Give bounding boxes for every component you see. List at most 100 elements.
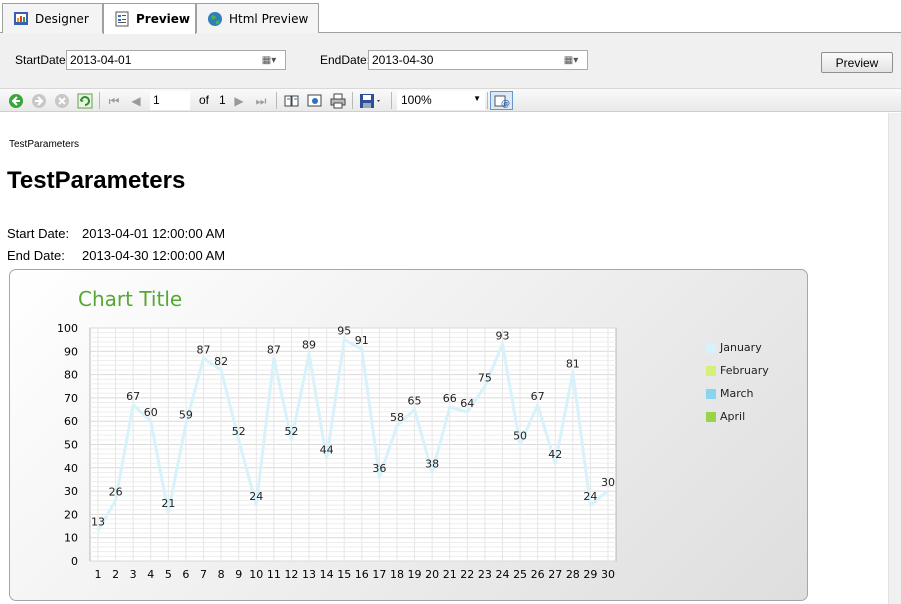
toolbar-separator [487, 92, 488, 109]
tab-bar: Designer Preview Html Preview [0, 0, 901, 34]
legend-swatch [706, 411, 716, 422]
print-layout-icon[interactable] [283, 92, 301, 110]
x-tick-label: 13 [302, 568, 316, 581]
data-label: 38 [425, 457, 439, 470]
y-tick-label: 100 [57, 322, 78, 335]
next-page-icon[interactable]: ▶ [230, 92, 248, 110]
legend-item: April [706, 405, 769, 428]
start-date-label: StartDate: [15, 53, 70, 67]
x-tick-label: 5 [165, 568, 172, 581]
export-save-icon[interactable] [358, 92, 384, 110]
preview-button[interactable]: Preview [821, 52, 893, 73]
data-label: 93 [495, 329, 509, 342]
start-date-row: Start Date: 2013-04-01 12:00:00 AM [7, 226, 225, 241]
legend-label: February [720, 364, 769, 377]
data-label: 58 [390, 411, 404, 424]
vertical-scrollbar[interactable] [888, 113, 901, 604]
calendar-dropdown-icon[interactable]: ▦▾ [258, 52, 280, 68]
legend-swatch [706, 388, 716, 399]
toolbar-separator [276, 92, 277, 109]
legend-label: April [720, 410, 746, 423]
data-label: 89 [302, 339, 316, 352]
data-label: 42 [548, 448, 562, 461]
tab-designer-label: Designer [35, 11, 89, 26]
globe-icon [207, 11, 223, 27]
zoom-select[interactable]: 100% ▼ [397, 91, 485, 110]
x-tick-label: 3 [130, 568, 137, 581]
data-label: 26 [109, 485, 123, 498]
data-label: 30 [601, 476, 615, 489]
back-icon[interactable] [7, 92, 25, 110]
legend-swatch [706, 365, 716, 376]
tab-html-preview-label: Html Preview [229, 11, 309, 26]
x-tick-label: 6 [182, 568, 189, 581]
data-label: 24 [249, 490, 263, 503]
chart-legend: January February March April [706, 336, 769, 428]
send-email-icon[interactable]: @ [490, 91, 513, 110]
data-label: 95 [337, 325, 351, 338]
x-tick-label: 19 [408, 568, 422, 581]
data-label: 81 [566, 357, 580, 370]
report-header-text: TestParameters [9, 139, 80, 150]
x-tick-label: 27 [548, 568, 562, 581]
end-date-row-value: 2013-04-30 12:00:00 AM [82, 248, 226, 263]
tab-designer[interactable]: Designer [2, 3, 103, 33]
toolbar-separator [352, 92, 353, 109]
parameter-bar: StartDate: 2013-04-01 ▦▾ EndDate: 2013-0… [0, 33, 901, 89]
data-label: 50 [513, 430, 527, 443]
data-label: 67 [126, 390, 140, 403]
end-date-value: 2013-04-30 [372, 53, 434, 67]
x-tick-label: 15 [337, 568, 351, 581]
y-tick-label: 70 [64, 392, 78, 405]
y-tick-label: 80 [64, 369, 78, 382]
y-tick-label: 90 [64, 345, 78, 358]
chevron-down-icon: ▼ [473, 94, 481, 103]
x-tick-label: 29 [583, 568, 597, 581]
chart-container: Chart Title 0 10 20 30 40 50 60 70 80 90 100 1 2 3 4 5 6… [9, 269, 808, 601]
data-label: 52 [232, 425, 246, 438]
page-number-input[interactable]: 1 [150, 91, 190, 110]
data-label: 64 [460, 397, 474, 410]
start-date-row-label: Start Date: [7, 226, 70, 241]
svg-text:@: @ [501, 99, 510, 108]
page-of-label: of [199, 93, 210, 107]
data-label: 13 [91, 516, 105, 529]
tab-html-preview[interactable]: Html Preview [196, 3, 319, 33]
refresh-icon[interactable] [76, 92, 94, 110]
first-page-icon[interactable]: ⏮ [105, 92, 123, 110]
x-tick-label: 18 [390, 568, 404, 581]
data-label: 82 [214, 355, 228, 368]
page-setup-icon[interactable] [306, 92, 324, 110]
x-tick-label: 24 [495, 568, 509, 581]
tab-preview[interactable]: Preview [103, 3, 196, 34]
x-tick-label: 17 [372, 568, 386, 581]
data-label: 87 [267, 343, 281, 356]
x-tick-label: 1 [95, 568, 102, 581]
start-date-input[interactable]: 2013-04-01 [66, 50, 286, 70]
end-date-row-label: End Date: [7, 248, 65, 263]
forward-icon[interactable] [30, 92, 48, 110]
x-tick-label: 26 [531, 568, 545, 581]
print-icon[interactable] [329, 92, 347, 110]
end-date-input[interactable]: 2013-04-30 [368, 50, 588, 70]
y-tick-label: 50 [64, 439, 78, 452]
y-tick-label: 40 [64, 462, 78, 475]
legend-item: February [706, 359, 769, 382]
y-tick-label: 0 [71, 555, 78, 568]
data-label: 65 [408, 395, 422, 408]
start-date-value: 2013-04-01 [70, 53, 132, 67]
report-viewer: TestParameters TestParameters Start Date… [0, 113, 888, 604]
toolbar-separator [391, 92, 392, 109]
y-tick-label: 60 [64, 415, 78, 428]
legend-item: January [706, 336, 769, 359]
data-label: 67 [531, 390, 545, 403]
previous-page-icon[interactable]: ◀ [127, 92, 145, 110]
start-date-row-value: 2013-04-01 12:00:00 AM [82, 226, 226, 241]
stop-icon[interactable] [53, 92, 71, 110]
data-label: 66 [443, 392, 457, 405]
zoom-value: 100% [401, 93, 432, 107]
legend-label: March [720, 387, 754, 400]
legend-swatch [706, 342, 716, 353]
calendar-dropdown-icon[interactable]: ▦▾ [560, 52, 582, 68]
last-page-icon[interactable]: ⏭ [252, 92, 270, 110]
